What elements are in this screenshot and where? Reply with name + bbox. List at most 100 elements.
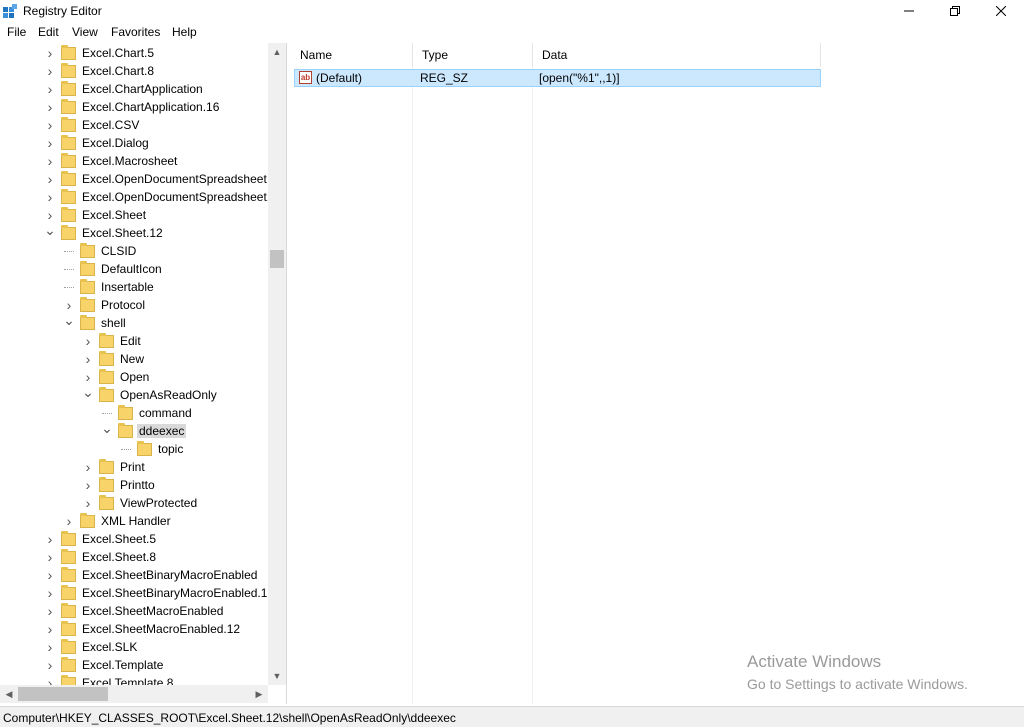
folder-icon bbox=[118, 422, 133, 438]
tree-item[interactable]: › Excel.OpenDocumentSpreadsheet.1 bbox=[45, 188, 279, 206]
folder-icon bbox=[99, 386, 114, 402]
tree-item[interactable]: › Excel.Template bbox=[45, 656, 165, 674]
tree-item[interactable]: ⌄ shell bbox=[63, 311, 128, 332]
chevron-right-icon[interactable]: › bbox=[45, 116, 55, 134]
tree-item[interactable]: › XML Handler bbox=[64, 512, 173, 530]
close-button[interactable] bbox=[978, 0, 1024, 22]
chevron-right-icon[interactable]: › bbox=[45, 566, 55, 584]
chevron-right-icon[interactable]: › bbox=[45, 188, 55, 206]
chevron-right-icon[interactable]: › bbox=[83, 494, 93, 512]
tree-item[interactable]: › Excel.SheetMacroEnabled.12 bbox=[45, 620, 242, 638]
tree-item[interactable]: › Excel.CSV bbox=[45, 116, 141, 134]
tree-item-label: ddeexec bbox=[137, 424, 187, 438]
tree-item[interactable]: › ViewProtected bbox=[83, 494, 199, 512]
restore-button[interactable] bbox=[932, 0, 978, 22]
chevron-right-icon[interactable]: › bbox=[45, 80, 55, 98]
tree-item[interactable]: › Excel.SLK bbox=[45, 638, 139, 656]
menu-help[interactable]: Help bbox=[172, 25, 197, 39]
tree-item[interactable]: CLSID bbox=[64, 242, 138, 260]
tree-item[interactable]: › Edit bbox=[83, 332, 143, 350]
key-tree[interactable]: › Excel.Chart.5 › Excel.Chart.8 › Excel.Chart… bbox=[0, 43, 287, 704]
scroll-right-icon[interactable]: ▶ bbox=[250, 685, 268, 703]
chevron-right-icon[interactable]: › bbox=[45, 638, 55, 656]
folder-icon bbox=[61, 44, 76, 60]
tree-item[interactable]: › Print bbox=[83, 458, 147, 476]
folder-icon bbox=[61, 116, 76, 132]
tree-item[interactable]: › Excel.Sheet.8 bbox=[45, 548, 158, 566]
tree-item[interactable]: › Excel.Sheet.5 bbox=[45, 530, 158, 548]
menu-view[interactable]: View bbox=[72, 25, 98, 39]
chevron-right-icon[interactable]: › bbox=[45, 134, 55, 152]
tree-item[interactable]: › Printto bbox=[83, 476, 157, 494]
chevron-down-icon[interactable]: ⌄ bbox=[82, 383, 94, 401]
column-header-name[interactable]: Name bbox=[291, 43, 413, 67]
tree-item[interactable]: › Excel.SheetMacroEnabled bbox=[45, 602, 225, 620]
tree-item-label: Excel.Template bbox=[82, 658, 164, 672]
chevron-right-icon[interactable]: › bbox=[45, 44, 55, 62]
tree-item-label: Protocol bbox=[101, 298, 146, 312]
value-list[interactable]: Name Type Data ab (Default) REG_SZ [open… bbox=[291, 43, 1024, 704]
chevron-right-icon[interactable]: › bbox=[45, 584, 55, 602]
column-header-type[interactable]: Type bbox=[413, 43, 533, 67]
chevron-right-icon[interactable]: › bbox=[45, 656, 55, 674]
tree-item[interactable]: › Excel.Sheet bbox=[45, 206, 148, 224]
tree-item[interactable]: ⌄ Excel.Sheet.12 bbox=[44, 221, 165, 242]
tree-item-label: Excel.OpenDocumentSpreadsheet bbox=[82, 172, 267, 186]
chevron-right-icon[interactable]: › bbox=[45, 620, 55, 638]
chevron-right-icon[interactable]: › bbox=[45, 152, 55, 170]
tree-item[interactable]: › Excel.Macrosheet bbox=[45, 152, 179, 170]
value-row[interactable]: ab (Default) REG_SZ [open("%1",,1)] bbox=[294, 69, 821, 87]
tree-item[interactable]: ⌄ OpenAsReadOnly bbox=[82, 383, 219, 404]
minimize-button[interactable] bbox=[886, 0, 932, 22]
chevron-down-icon[interactable]: ⌄ bbox=[44, 221, 56, 239]
chevron-right-icon[interactable]: › bbox=[45, 62, 55, 80]
menu-file[interactable]: File bbox=[7, 25, 26, 39]
column-header-data[interactable]: Data bbox=[533, 43, 821, 67]
menu-favorites[interactable]: Favorites bbox=[111, 25, 160, 39]
tree-item[interactable]: command bbox=[102, 404, 194, 422]
scroll-up-icon[interactable]: ▲ bbox=[268, 43, 286, 61]
tree-item[interactable]: › Excel.ChartApplication bbox=[45, 80, 205, 98]
scroll-thumb[interactable] bbox=[270, 250, 284, 268]
registry-editor-icon bbox=[3, 4, 17, 18]
tree-item[interactable]: › Excel.OpenDocumentSpreadsheet bbox=[45, 170, 269, 188]
tree-connector bbox=[121, 440, 131, 450]
chevron-right-icon[interactable]: › bbox=[45, 530, 55, 548]
tree-item[interactable]: › Excel.Chart.8 bbox=[45, 62, 156, 80]
restore-icon bbox=[950, 6, 960, 16]
tree-item[interactable]: DefaultIcon bbox=[64, 260, 164, 278]
chevron-right-icon[interactable]: › bbox=[45, 170, 55, 188]
tree-item[interactable]: › Excel.Dialog bbox=[45, 134, 151, 152]
tree-item-label: command bbox=[139, 406, 192, 420]
scroll-left-icon[interactable]: ◀ bbox=[0, 685, 18, 703]
tree-horizontal-scrollbar[interactable]: ◀ ▶ bbox=[0, 685, 268, 703]
chevron-right-icon[interactable]: › bbox=[45, 602, 55, 620]
tree-item[interactable]: › Excel.SheetBinaryMacroEnabled.12 bbox=[45, 584, 276, 602]
tree-item[interactable]: › Protocol bbox=[64, 296, 147, 314]
tree-connector bbox=[102, 404, 112, 414]
tree-item[interactable]: topic bbox=[121, 440, 185, 458]
tree-item-label: Printto bbox=[120, 478, 155, 492]
tree-item[interactable]: Insertable bbox=[64, 278, 156, 296]
scroll-thumb-horizontal[interactable] bbox=[18, 687, 108, 701]
tree-item[interactable]: ⌄ ddeexec bbox=[101, 419, 187, 440]
chevron-right-icon[interactable]: › bbox=[83, 458, 93, 476]
tree-item[interactable]: › Excel.SheetBinaryMacroEnabled bbox=[45, 566, 259, 584]
tree-item[interactable]: › New bbox=[83, 350, 146, 368]
chevron-down-icon[interactable]: ⌄ bbox=[63, 311, 75, 329]
scroll-down-icon[interactable]: ▼ bbox=[268, 667, 286, 685]
menu-edit[interactable]: Edit bbox=[38, 25, 59, 39]
tree-item-label: OpenAsReadOnly bbox=[120, 388, 217, 402]
folder-icon bbox=[61, 638, 76, 654]
tree-item-label: Excel.SLK bbox=[82, 640, 138, 654]
tree-vertical-scrollbar[interactable]: ▲ ▼ bbox=[268, 43, 286, 685]
chevron-right-icon[interactable]: › bbox=[83, 332, 93, 350]
chevron-right-icon[interactable]: › bbox=[45, 98, 55, 116]
chevron-right-icon[interactable]: › bbox=[45, 548, 55, 566]
chevron-right-icon[interactable]: › bbox=[83, 476, 93, 494]
tree-item[interactable]: › Excel.ChartApplication.16 bbox=[45, 98, 221, 116]
tree-item[interactable]: › Excel.Chart.5 bbox=[45, 44, 156, 62]
chevron-down-icon[interactable]: ⌄ bbox=[101, 419, 113, 437]
chevron-right-icon[interactable]: › bbox=[83, 350, 93, 368]
chevron-right-icon[interactable]: › bbox=[64, 512, 74, 530]
